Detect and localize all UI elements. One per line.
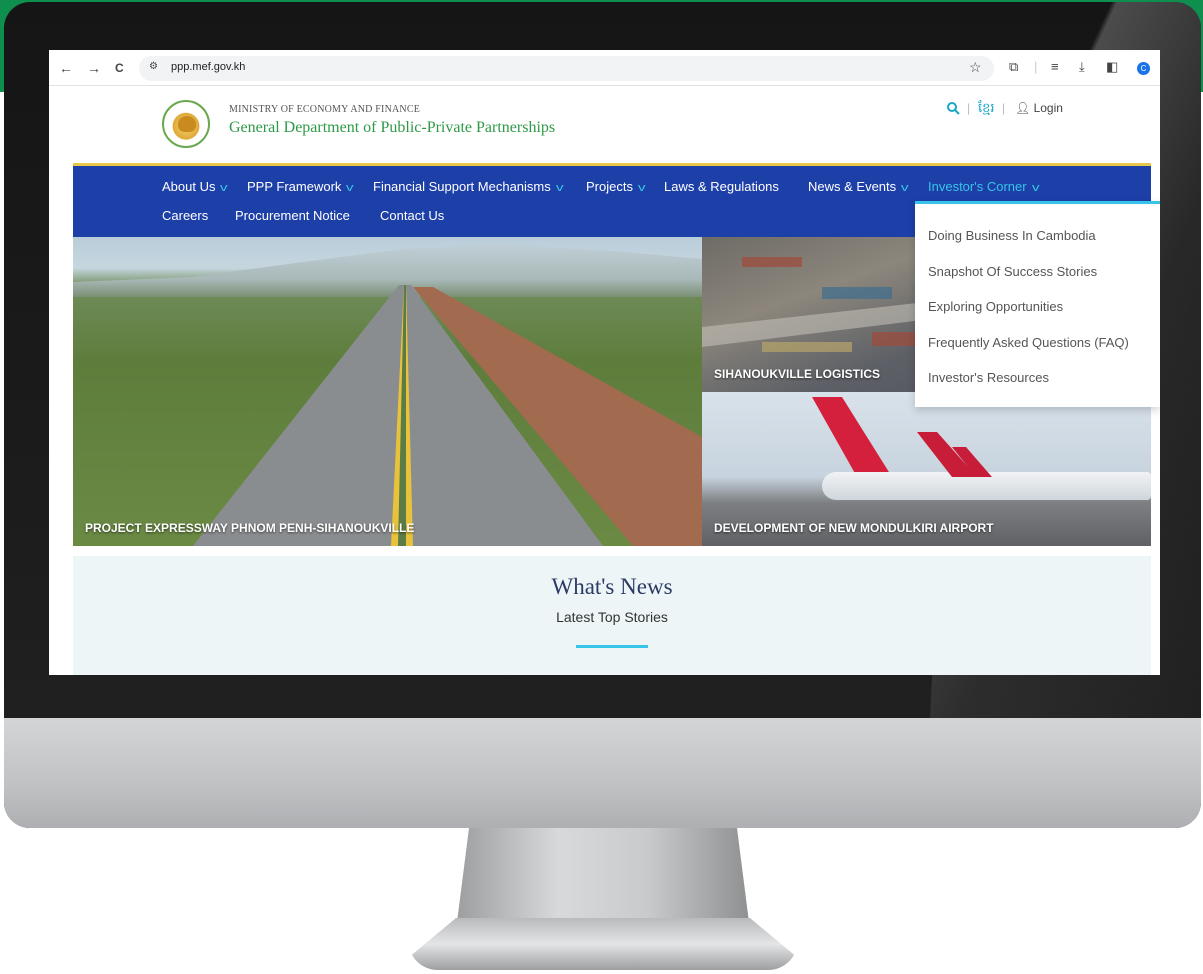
url-text[interactable]: ppp.mef.gov.kh bbox=[171, 61, 245, 73]
investors-corner-dropdown: Doing Business In Cambodia Snapshot Of S… bbox=[915, 201, 1160, 407]
dropdown-item-resources[interactable]: Investor's Resources bbox=[928, 370, 1049, 385]
bookmark-star-icon[interactable]: ☆ bbox=[969, 59, 982, 76]
nav-procurement-notice[interactable]: Procurement Notice bbox=[235, 208, 350, 223]
profile-avatar[interactable]: C bbox=[1137, 62, 1150, 75]
chevron-down-icon: v bbox=[1031, 182, 1040, 194]
reload-icon[interactable]: C bbox=[115, 59, 124, 77]
site-info-icon[interactable]: ⚙ bbox=[149, 61, 158, 72]
chevron-down-icon: v bbox=[901, 182, 909, 194]
search-icon[interactable] bbox=[946, 101, 960, 118]
container-stack-image bbox=[742, 257, 802, 267]
department-name[interactable]: General Department of Public-Private Par… bbox=[229, 119, 555, 137]
nav-contact-us[interactable]: Contact Us bbox=[380, 208, 444, 223]
news-title: What's News bbox=[551, 574, 673, 599]
dropdown-item-success-stories[interactable]: Snapshot Of Success Stories bbox=[928, 264, 1097, 279]
logo-bird-icon bbox=[178, 116, 196, 132]
download-icon[interactable]: ⤓ bbox=[1079, 59, 1085, 75]
nav-financial-support[interactable]: Financial Support Mechanisms v bbox=[373, 179, 564, 194]
nav-ppp-framework[interactable]: PPP Framework v bbox=[247, 179, 355, 194]
nav-careers[interactable]: Careers bbox=[162, 208, 208, 223]
container-stack-image bbox=[762, 342, 852, 352]
nav-laws-regulations[interactable]: Laws & Regulations bbox=[664, 179, 779, 194]
toolbar-separator: | bbox=[1034, 59, 1038, 74]
hero-expressway[interactable]: PROJECT EXPRESSWAY PHNOM PENH-SIHANOUKVI… bbox=[73, 237, 702, 546]
nav-about-us[interactable]: About Us v bbox=[162, 179, 229, 194]
nav-projects[interactable]: Projects v bbox=[586, 179, 646, 194]
dropdown-item-opportunities[interactable]: Exploring Opportunities bbox=[928, 299, 1063, 314]
plane-tail-image bbox=[812, 397, 892, 477]
mountains-image bbox=[73, 245, 702, 297]
monitor-stand-base bbox=[408, 918, 798, 970]
ministry-name: MINISTRY OF ECONOMY AND FINANCE bbox=[229, 104, 421, 115]
hero-caption-logistics: SIHANOUKVILLE LOGISTICS bbox=[714, 367, 881, 381]
header-separator: | bbox=[967, 101, 971, 115]
address-bar[interactable]: ⚙ ppp.mef.gov.kh bbox=[139, 56, 994, 81]
login-link[interactable]: 👤︎ Login bbox=[1015, 101, 1063, 115]
hero-caption-airport: DEVELOPMENT OF NEW MONDULKIRI AIRPORT bbox=[714, 521, 994, 535]
news-divider bbox=[576, 645, 648, 648]
dropdown-item-faq[interactable]: Frequently Asked Questions (FAQ) bbox=[928, 335, 1129, 350]
news-subtitle: Latest Top Stories bbox=[556, 609, 668, 625]
container-stack-image bbox=[822, 287, 892, 299]
ministry-logo[interactable] bbox=[162, 100, 210, 148]
chevron-down-icon: v bbox=[346, 182, 355, 194]
browser-toolbar: ← → C ⚙ ppp.mef.gov.kh ☆ ⧉ | ≡ ⤓ ◧ C bbox=[49, 50, 1160, 86]
news-section: What's News Latest Top Stories bbox=[73, 556, 1151, 675]
user-icon: 👤︎ bbox=[1015, 101, 1031, 115]
nav-investors-corner[interactable]: Investor's Corner v bbox=[928, 179, 1040, 194]
reading-list-icon[interactable]: ≡ bbox=[1051, 59, 1059, 74]
extensions-icon[interactable]: ⧉ bbox=[1009, 59, 1018, 75]
nav-news-events[interactable]: News & Events v bbox=[808, 179, 909, 194]
login-label: Login bbox=[1033, 101, 1063, 115]
dropdown-item-doing-business[interactable]: Doing Business In Cambodia bbox=[928, 228, 1096, 243]
forward-icon[interactable]: → bbox=[87, 59, 101, 77]
monitor-chin bbox=[4, 718, 1201, 828]
desktop-scene: ← → C ⚙ ppp.mef.gov.kh ☆ ⧉ | ≡ ⤓ ◧ C MIN… bbox=[0, 0, 1203, 974]
language-switch[interactable]: ខ្មែរ bbox=[978, 100, 995, 119]
monitor-screen: ← → C ⚙ ppp.mef.gov.kh ☆ ⧉ | ≡ ⤓ ◧ C MIN… bbox=[49, 50, 1160, 675]
chevron-down-icon: v bbox=[555, 182, 564, 194]
header-separator: | bbox=[1002, 101, 1006, 115]
hero-airport[interactable]: DEVELOPMENT OF NEW MONDULKIRI AIRPORT bbox=[702, 392, 1151, 546]
chevron-down-icon: v bbox=[637, 182, 646, 194]
hero-caption-expressway: PROJECT EXPRESSWAY PHNOM PENH-SIHANOUKVI… bbox=[85, 521, 415, 535]
chevron-down-icon: v bbox=[220, 182, 229, 194]
side-panel-icon[interactable]: ◧ bbox=[1106, 59, 1118, 75]
back-icon[interactable]: ← bbox=[59, 59, 73, 77]
